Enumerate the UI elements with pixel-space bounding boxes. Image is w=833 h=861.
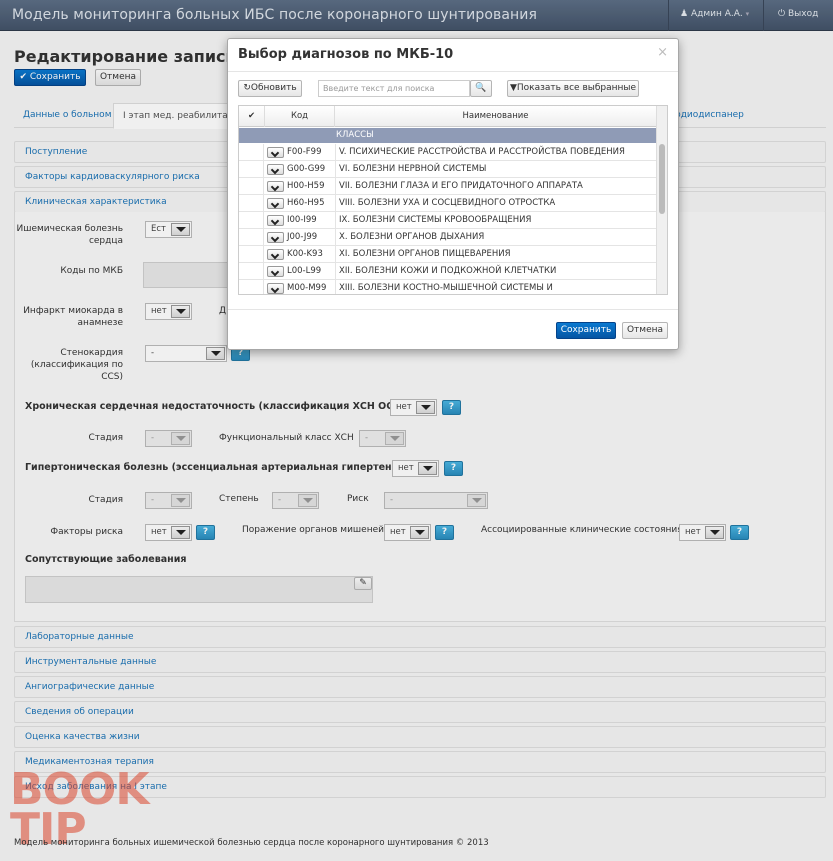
- row-code: G00-G99: [287, 164, 326, 174]
- row-check[interactable]: [239, 246, 264, 263]
- show-selected-label: Показать все выбранные: [516, 83, 637, 93]
- table-row[interactable]: M00-M99 XIII. БОЛЕЗНИ КОСТНО-МЫШЕЧНОЙ СИС…: [239, 280, 657, 294]
- mkb-modal: Выбор диагнозов по МКБ-10 × ↻Обновить Вв…: [227, 38, 679, 350]
- group-row: КЛАССЫ: [239, 128, 657, 143]
- close-icon[interactable]: ×: [657, 45, 668, 60]
- row-name: VIII. БОЛЕЗНИ УХА И СОСЦЕВИДНОГО ОТРОСТК…: [335, 195, 555, 212]
- chevron-down-icon[interactable]: [267, 249, 284, 260]
- chevron-down-icon[interactable]: [267, 164, 284, 175]
- row-check[interactable]: [239, 280, 264, 294]
- header-code[interactable]: Код: [265, 106, 335, 127]
- search-button[interactable]: 🔍: [470, 80, 492, 97]
- row-name: VII. БОЛЕЗНИ ГЛАЗА И ЕГО ПРИДАТОЧНОГО АП…: [335, 178, 583, 195]
- scroll-thumb[interactable]: [659, 144, 665, 214]
- row-code: J00-J99: [287, 232, 318, 242]
- chevron-down-icon[interactable]: [267, 232, 284, 243]
- modal-title: Выбор диагнозов по МКБ-10: [238, 47, 454, 62]
- row-check[interactable]: [239, 195, 264, 212]
- search-icon: 🔍: [475, 83, 487, 93]
- row-name: X. БОЛЕЗНИ ОРГАНОВ ДЫХАНИЯ: [335, 229, 484, 246]
- chevron-down-icon[interactable]: [267, 266, 284, 277]
- row-check[interactable]: [239, 161, 264, 178]
- chevron-down-icon[interactable]: [267, 198, 284, 209]
- row-code: H00-H59: [287, 181, 325, 191]
- table-row[interactable]: L00-L99 XII. БОЛЕЗНИ КОЖИ И ПОДКОЖНОЙ КЛЕ…: [239, 263, 657, 280]
- modal-divider: [228, 71, 678, 72]
- row-check[interactable]: [239, 263, 264, 280]
- row-code: F00-F99: [287, 147, 322, 157]
- row-name: V. ПСИХИЧЕСКИЕ РАССТРОЙСТВА И РАССТРОЙСТ…: [335, 144, 625, 161]
- table-row[interactable]: H00-H59 VII. БОЛЕЗНИ ГЛАЗА И ЕГО ПРИДАТОЧ…: [239, 178, 657, 195]
- show-selected-button[interactable]: ▼Показать все выбранные: [507, 80, 639, 97]
- group-label: КЛАССЫ: [336, 130, 374, 140]
- table-row[interactable]: G00-G99 VI. БОЛЕЗНИ НЕРВНОЙ СИСТЕМЫ: [239, 161, 657, 178]
- row-code: I00-I99: [287, 215, 317, 225]
- table-row[interactable]: I00-I99 IX. БОЛЕЗНИ СИСТЕМЫ КРОВООБРАЩЕНИ…: [239, 212, 657, 229]
- chevron-down-icon[interactable]: [267, 283, 284, 294]
- row-code: H60-H95: [287, 198, 325, 208]
- table-row[interactable]: H60-H95 VIII. БОЛЕЗНИ УХА И СОСЦЕВИДНОГО …: [239, 195, 657, 212]
- refresh-button[interactable]: ↻Обновить: [238, 80, 302, 97]
- refresh-label: Обновить: [250, 83, 297, 93]
- row-name: XIII. БОЛЕЗНИ КОСТНО-МЫШЕЧНОЙ СИСТЕМЫ И: [335, 280, 553, 294]
- modal-divider: [228, 309, 678, 310]
- row-code: M00-M99: [287, 283, 327, 293]
- header-name[interactable]: Наименование: [335, 106, 657, 127]
- row-code: K00-K93: [287, 249, 323, 259]
- row-name: XII. БОЛЕЗНИ КОЖИ И ПОДКОЖНОЙ КЛЕТЧАТКИ: [335, 263, 556, 280]
- row-check[interactable]: [239, 178, 264, 195]
- grid-header: ✔ Код Наименование: [239, 106, 657, 127]
- row-name: IX. БОЛЕЗНИ СИСТЕМЫ КРОВООБРАЩЕНИЯ: [335, 212, 531, 229]
- chevron-down-icon[interactable]: [267, 147, 284, 158]
- search-input[interactable]: Введите текст для поиска: [318, 80, 470, 97]
- filter-icon: ▼: [509, 83, 517, 93]
- modal-save-button[interactable]: Сохранить: [556, 322, 616, 339]
- row-name: XI. БОЛЕЗНИ ОРГАНОВ ПИЩЕВАРЕНИЯ: [335, 246, 511, 263]
- mkb-grid: ✔ Код Наименование КЛАССЫ F00-F99 V. ПСИХ…: [238, 105, 668, 295]
- chevron-down-icon[interactable]: [267, 181, 284, 192]
- table-row[interactable]: F00-F99 V. ПСИХИЧЕСКИЕ РАССТРОЙСТВА И РАС…: [239, 144, 657, 161]
- row-name: VI. БОЛЕЗНИ НЕРВНОЙ СИСТЕМЫ: [335, 161, 486, 178]
- select-all-check-icon[interactable]: ✔: [239, 106, 265, 127]
- refresh-icon: ↻: [243, 83, 251, 93]
- grid-scrollbar[interactable]: [656, 106, 667, 294]
- row-check[interactable]: [239, 144, 264, 161]
- row-check[interactable]: [239, 212, 264, 229]
- chevron-down-icon[interactable]: [267, 215, 284, 226]
- row-check[interactable]: [239, 229, 264, 246]
- modal-cancel-button[interactable]: Отмена: [622, 322, 668, 339]
- table-row[interactable]: K00-K93 XI. БОЛЕЗНИ ОРГАНОВ ПИЩЕВАРЕНИЯ: [239, 246, 657, 263]
- row-code: L00-L99: [287, 266, 322, 276]
- table-row[interactable]: J00-J99 X. БОЛЕЗНИ ОРГАНОВ ДЫХАНИЯ: [239, 229, 657, 246]
